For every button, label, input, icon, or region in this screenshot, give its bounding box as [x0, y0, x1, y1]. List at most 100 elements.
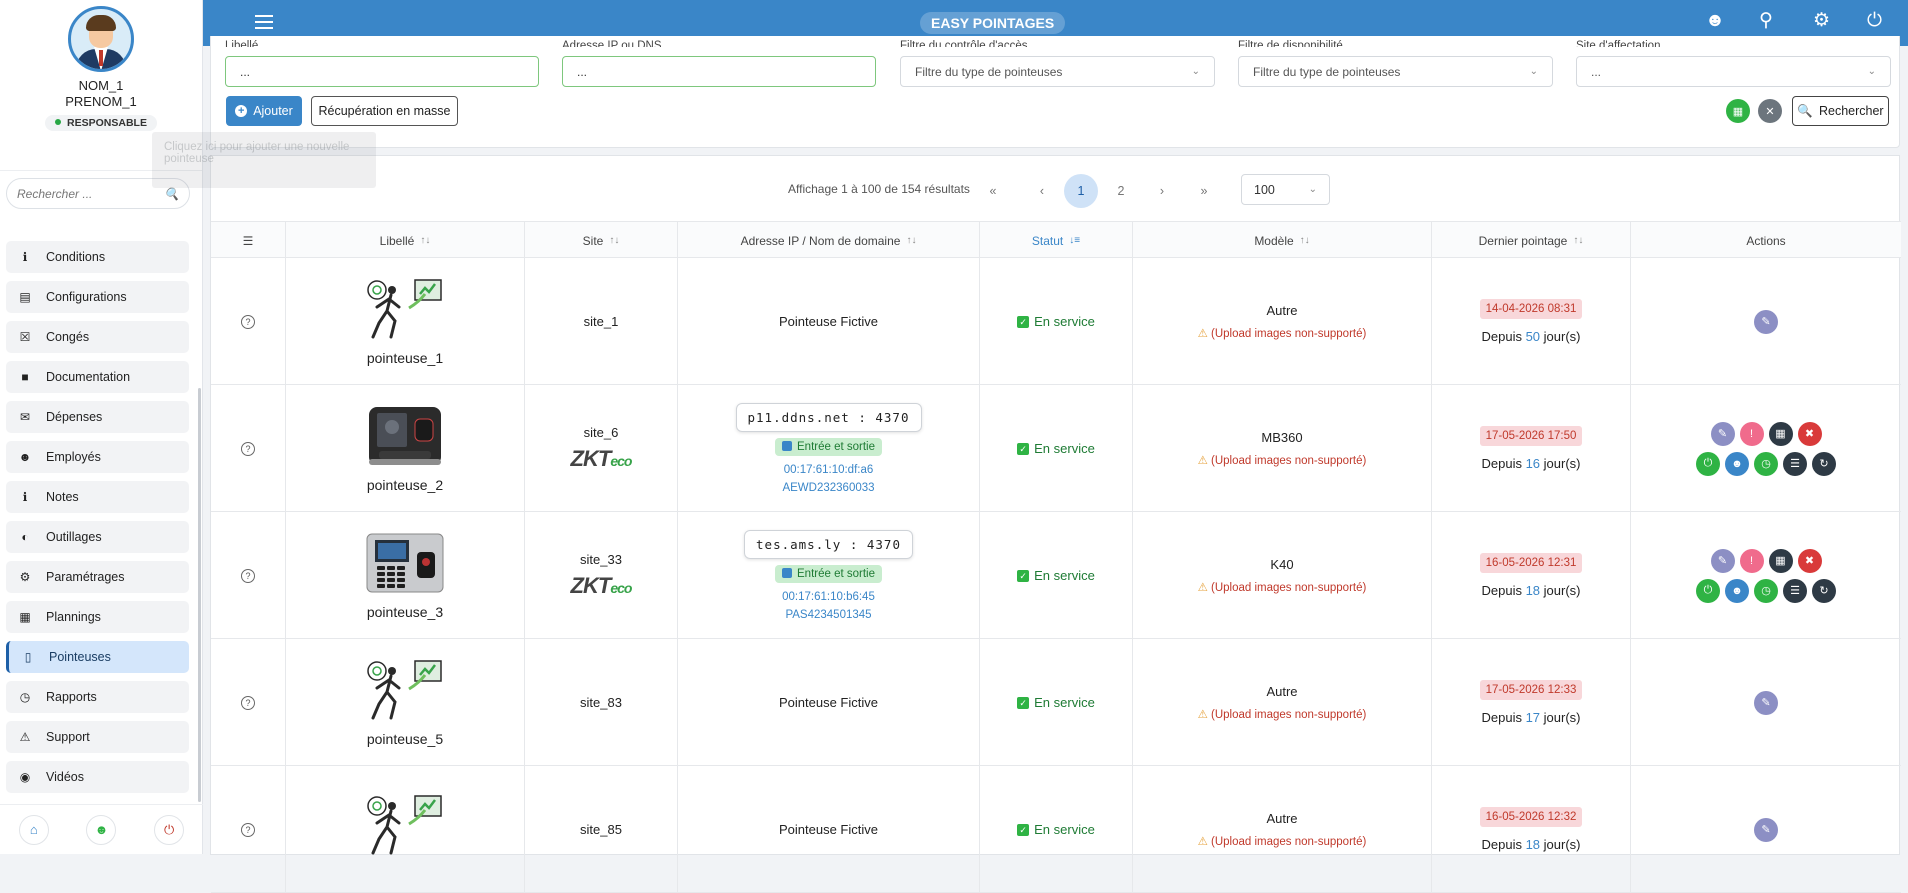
settings-icon[interactable]: ⚙ — [1813, 10, 1830, 32]
serial-number[interactable]: PAS4234501345 — [785, 609, 871, 621]
column-site[interactable]: Site ↑↓ — [525, 222, 678, 259]
filter-dispo-select[interactable]: Filtre du type de pointeuses ⌄ — [1238, 56, 1553, 87]
ip-address-pill[interactable]: tes.ams.ly : 4370 — [744, 530, 913, 559]
device-name[interactable]: pointeuse_1 — [367, 350, 443, 366]
column-adresse[interactable]: Adresse IP / Nom de domaine ↑↓ — [678, 222, 980, 259]
column-statut[interactable]: Statut ↓≡ — [980, 222, 1133, 259]
user-icon[interactable]: ☻ — [86, 814, 117, 845]
sidebar-item-support[interactable]: ⚠ Support — [6, 721, 189, 753]
device-name[interactable]: pointeuse_3 — [367, 604, 443, 620]
device-name[interactable]: pointeuse_5 — [367, 731, 443, 747]
device-name[interactable]: pointeuse_2 — [367, 477, 443, 493]
refresh-icon[interactable]: ↻ — [1812, 451, 1836, 476]
page-1-button[interactable]: 1 — [1064, 174, 1098, 208]
table-row[interactable]: ? pointeuse_3 site_33 ZKTeco tes.ams.ly : 43… — [211, 512, 1901, 639]
edit-icon[interactable]: ✎ — [1710, 548, 1735, 573]
home-icon[interactable]: ⌂ — [18, 814, 49, 845]
add-button[interactable]: + Ajouter — [226, 96, 302, 126]
clock-icon[interactable]: ◷ — [1754, 578, 1778, 603]
column-modele[interactable]: Modèle ↑↓ — [1133, 222, 1432, 259]
clock-icon[interactable]: ◷ — [1754, 451, 1778, 476]
logout-icon[interactable]: ⏻ — [154, 814, 185, 845]
column-menu-icon[interactable]: ☰ — [211, 222, 286, 259]
power-icon[interactable]: ⏻ — [1696, 451, 1720, 476]
calendar-icon[interactable]: ▦ — [1768, 548, 1793, 573]
filter-adresse-input[interactable]: ... — [562, 56, 876, 87]
sidebar-item-rapports[interactable]: ◷ Rapports — [6, 681, 189, 713]
sidebar-item-parametrages[interactable]: ⚙ Paramétrages — [6, 561, 189, 593]
edit-icon[interactable]: ✎ — [1754, 690, 1778, 715]
sidebar-item-conges[interactable]: ☒ Congés — [6, 321, 189, 353]
page-prev-button[interactable]: ‹ — [1025, 174, 1059, 208]
page-next-button[interactable]: › — [1145, 174, 1179, 208]
clear-filter-icon[interactable]: ✕ — [1758, 99, 1782, 123]
hamburger-menu-icon[interactable] — [255, 15, 273, 33]
database-icon[interactable]: ☰ — [1783, 451, 1807, 476]
excel-export-icon[interactable]: ▦ — [1726, 99, 1750, 123]
sidebar-item-conditions[interactable]: ℹ Conditions — [6, 241, 189, 273]
mac-address[interactable]: 00:17:61:10:df:a6 — [784, 464, 874, 476]
filter-site-select[interactable]: ... ⌄ — [1576, 56, 1891, 87]
mass-retrieval-button[interactable]: Récupération en masse — [311, 96, 458, 126]
cell-help: ? — [211, 639, 286, 766]
sidebar-item-documentation[interactable]: ■ Documentation — [6, 361, 189, 393]
mac-address[interactable]: 00:17:61:10:b6:45 — [782, 591, 875, 603]
help-icon[interactable]: ? — [241, 441, 255, 456]
sidebar-item-pointeuses[interactable]: ▯ Pointeuses — [6, 641, 189, 673]
page-last-button[interactable]: » — [1187, 174, 1221, 208]
edit-icon[interactable]: ✎ — [1754, 309, 1778, 334]
status-badge: ✓ En service — [1017, 568, 1095, 583]
search-button[interactable]: 🔍 Rechercher — [1792, 96, 1889, 126]
table-row[interactable]: ? pointeuse_1 site_1 Pointeuse Fictive ✓ En s… — [211, 258, 1901, 385]
info-alert-icon[interactable]: ! — [1739, 548, 1764, 573]
trash-icon[interactable]: ✖ — [1797, 548, 1822, 573]
avatar[interactable] — [68, 6, 134, 72]
table-row[interactable]: ? pointeuse_2 site_6 ZKTeco p11.ddns.net : 4… — [211, 385, 1901, 512]
door-icon — [782, 568, 792, 578]
help-icon[interactable]: ? — [241, 568, 255, 583]
column-label: Modèle — [1254, 233, 1294, 248]
sidebar-item-depenses[interactable]: ✉ Dépenses — [6, 401, 189, 433]
filter-controle-select[interactable]: Filtre du type de pointeuses ⌄ — [900, 56, 1215, 87]
sidebar-item-videos[interactable]: ◉ Vidéos — [6, 761, 189, 793]
since-text: Depuis 50 jour(s) — [1481, 329, 1581, 344]
edit-icon[interactable]: ✎ — [1710, 421, 1735, 446]
sidebar-item-employes[interactable]: ☻ Employés — [6, 441, 189, 473]
users-icon[interactable]: ☻ — [1725, 451, 1749, 476]
help-icon[interactable]: ? — [241, 695, 255, 710]
sidebar-scrollbar[interactable] — [198, 388, 201, 802]
table-row[interactable]: ? site_85 Pointeuse Fictive ✓ En service Autr… — [211, 766, 1901, 893]
filter-libelle-input[interactable]: ... — [225, 56, 539, 87]
page-first-button[interactable]: « — [976, 174, 1010, 208]
filter-dispo-label: Filtre de disponibilité — [1238, 40, 1343, 47]
edit-icon[interactable]: ✎ — [1754, 817, 1778, 842]
database-icon[interactable]: ☰ — [1783, 578, 1807, 603]
account-icon[interactable]: ☻ — [1705, 10, 1725, 32]
trash-icon[interactable]: ✖ — [1797, 421, 1822, 446]
calendar-icon[interactable]: ▦ — [1768, 421, 1793, 446]
serial-number[interactable]: AEWD232360033 — [782, 482, 874, 494]
sidebar-item-plannings[interactable]: ▦ Plannings — [6, 601, 189, 633]
cell-statut: ✓ En service — [980, 766, 1133, 893]
ip-address-pill[interactable]: p11.ddns.net : 4370 — [735, 403, 922, 432]
help-icon[interactable]: ? — [241, 314, 255, 329]
power-icon[interactable]: ⏻ — [1867, 10, 1882, 32]
info-alert-icon[interactable]: ! — [1739, 421, 1764, 446]
users-icon[interactable]: ☻ — [1725, 578, 1749, 603]
page-size-select[interactable]: 100 ⌄ — [1241, 174, 1330, 205]
sidebar-item-outillages[interactable]: ◐ Outillages — [6, 521, 189, 553]
sidebar-item-notes[interactable]: ℹ Notes — [6, 481, 189, 513]
refresh-icon[interactable]: ↻ — [1812, 578, 1836, 603]
sidebar-item-configurations[interactable]: ▤ Configurations — [6, 281, 189, 313]
online-dot-icon — [55, 119, 62, 125]
column-dernier-pointage[interactable]: Dernier pointage ↑↓ — [1432, 222, 1631, 259]
filter-site-value: ... — [1591, 64, 1602, 79]
table-row[interactable]: ? pointeuse_5 site_83 Pointeuse Fictive ✓ En … — [211, 639, 1901, 766]
column-libelle[interactable]: Libellé ↑↓ — [286, 222, 525, 259]
search-icon[interactable]: 🔍 — [164, 187, 179, 201]
help-icon[interactable]: ? — [241, 822, 255, 837]
page-2-button[interactable]: 2 — [1104, 174, 1138, 208]
power-icon[interactable]: ⏻ — [1696, 578, 1720, 603]
column-label: Libellé — [379, 233, 415, 248]
key-icon[interactable]: ⚲ — [1759, 10, 1773, 32]
